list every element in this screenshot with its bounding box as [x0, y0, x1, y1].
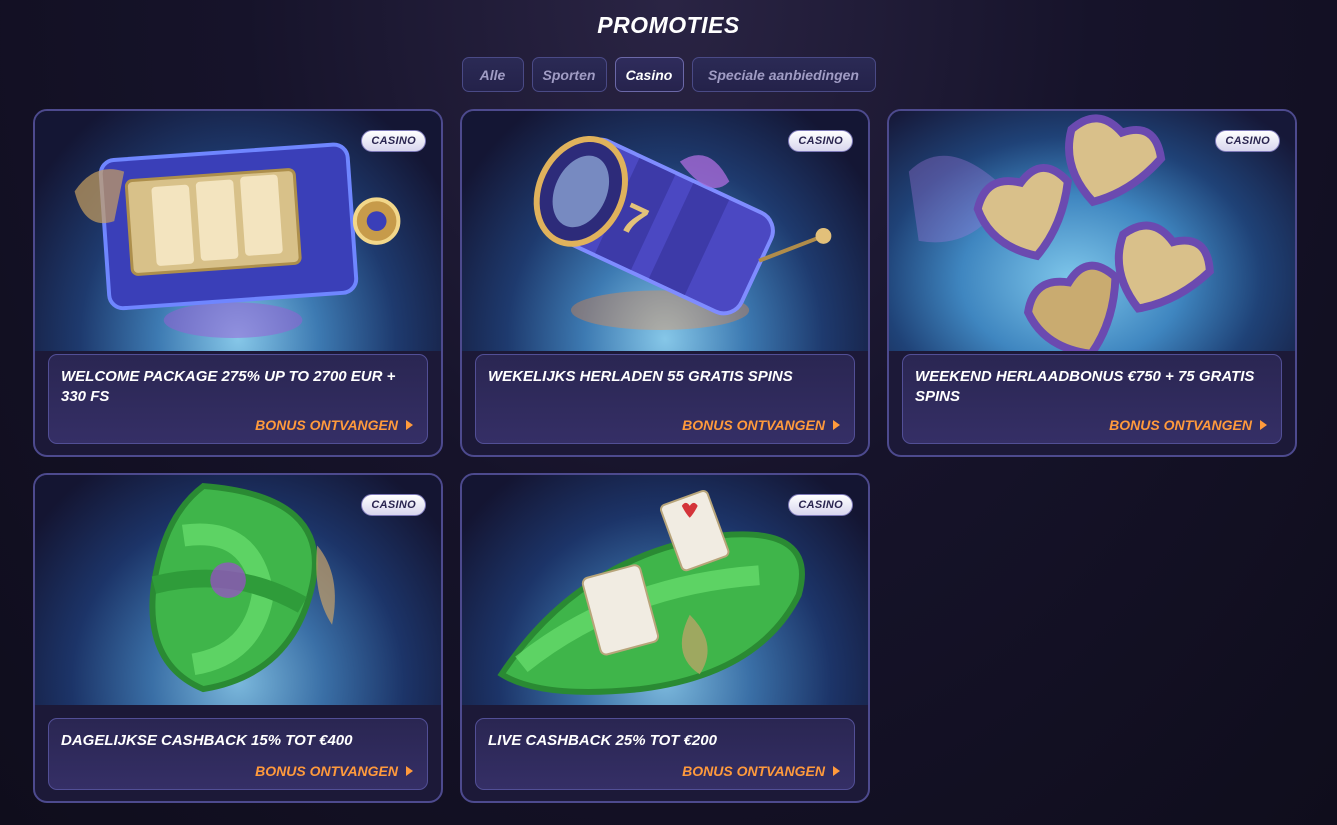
casino-badge: CASINO	[361, 130, 426, 152]
arrow-right-icon	[406, 766, 413, 776]
arrow-right-icon	[406, 420, 413, 430]
promo-title: WEEKEND HERLAADBONUS €750 + 75 GRATIS SP…	[915, 368, 1255, 405]
casino-badge: CASINO	[788, 494, 853, 516]
arrow-right-icon	[833, 766, 840, 776]
promo-title: WELCOME PACKAGE 275% UP TO 2700 EUR + 33…	[61, 368, 396, 405]
promo-card-live-cashback[interactable]: CASINO LIVE CASHBACK 25% TOT €200 BONUS …	[460, 473, 870, 803]
cta-label: BONUS ONTVANGEN	[682, 417, 825, 433]
tab-alle[interactable]: Alle	[461, 57, 524, 92]
bonus-ontvangen-button[interactable]: BONUS ONTVANGEN	[255, 417, 413, 433]
casino-badge: CASINO	[788, 130, 853, 152]
cta-label: BONUS ONTVANGEN	[682, 763, 825, 779]
promo-title: LIVE CASHBACK 25% TOT €200	[488, 732, 717, 749]
tab-casino[interactable]: Casino	[614, 57, 684, 92]
promo-card-weekly-reload[interactable]: 7 CASINO WEKELIJKS HERLADEN 55 GRATIS SP…	[460, 109, 870, 457]
promo-filter-tabs: Alle Sporten Casino Speciale aanbiedinge…	[0, 57, 1337, 92]
promo-card-daily-cashback[interactable]: CASINO DAGELIJKSE CASHBACK 15% TOT €400 …	[33, 473, 443, 803]
tab-speciale-aanbiedingen[interactable]: Speciale aanbiedingen	[691, 57, 876, 92]
casino-badge: CASINO	[1215, 130, 1280, 152]
arrow-right-icon	[1260, 420, 1267, 430]
promo-title: DAGELIJKSE CASHBACK 15% TOT €400	[61, 732, 353, 749]
casino-badge: CASINO	[361, 494, 426, 516]
cta-label: BONUS ONTVANGEN	[255, 763, 398, 779]
promo-title: WEKELIJKS HERLADEN 55 GRATIS SPINS	[488, 368, 793, 385]
promo-info: WEKELIJKS HERLADEN 55 GRATIS SPINS BONUS…	[475, 354, 855, 444]
bonus-ontvangen-button[interactable]: BONUS ONTVANGEN	[682, 763, 840, 779]
bonus-ontvangen-button[interactable]: BONUS ONTVANGEN	[255, 763, 413, 779]
promo-info: LIVE CASHBACK 25% TOT €200 BONUS ONTVANG…	[475, 718, 855, 790]
promo-info: DAGELIJKSE CASHBACK 15% TOT €400 BONUS O…	[48, 718, 428, 790]
arrow-right-icon	[833, 420, 840, 430]
page-title: PROMOTIES	[597, 12, 740, 38]
bonus-ontvangen-button[interactable]: BONUS ONTVANGEN	[682, 417, 840, 433]
bonus-ontvangen-button[interactable]: BONUS ONTVANGEN	[1109, 417, 1267, 433]
cta-label: BONUS ONTVANGEN	[255, 417, 398, 433]
promo-card-welcome-package[interactable]: CASINO WELCOME PACKAGE 275% UP TO 2700 E…	[33, 109, 443, 457]
promo-info: WELCOME PACKAGE 275% UP TO 2700 EUR + 33…	[48, 354, 428, 444]
tab-sporten[interactable]: Sporten	[531, 57, 607, 92]
cta-label: BONUS ONTVANGEN	[1109, 417, 1252, 433]
promo-info: WEEKEND HERLAADBONUS €750 + 75 GRATIS SP…	[902, 354, 1282, 444]
promo-card-weekend-reload[interactable]: CASINO WEEKEND HERLAADBONUS €750 + 75 GR…	[887, 109, 1297, 457]
